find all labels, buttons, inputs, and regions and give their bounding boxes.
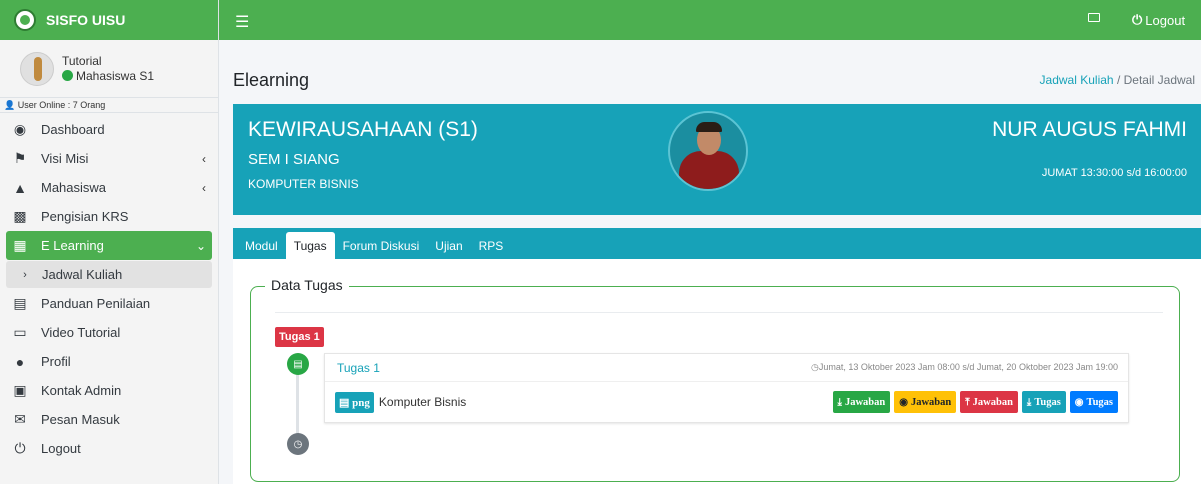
clock-icon: ◷ [287, 433, 309, 455]
action-buttons: ⤓ Jawaban ◉ Jawaban ⤒ Jawaban ⤓ Tugas ◉ Tugas [832, 391, 1118, 413]
tugas-title[interactable]: Tugas 1 [337, 361, 380, 375]
clock-icon: ◷ [810, 362, 819, 372]
sidebar-item-logout[interactable]: ⏻ Logout [0, 434, 218, 463]
sidebar-item-profil[interactable]: ● Profil [0, 347, 218, 376]
user-panel: Tutorial Mahasiswa S1 [0, 40, 218, 98]
brand[interactable]: SISFO UISU [0, 0, 218, 40]
user-name: Tutorial [62, 53, 102, 68]
tab-tugas[interactable]: Tugas [285, 232, 335, 259]
sidebar-item-kontak-admin[interactable]: ▣ Kontak Admin [0, 376, 218, 405]
course-class: SEM I SIANG [248, 151, 340, 168]
book-icon: ▤ [13, 295, 27, 311]
tab-ujian[interactable]: Ujian [427, 232, 470, 259]
tab-modul[interactable]: Modul [237, 232, 286, 259]
download-jawaban-button[interactable]: ⤓ Jawaban [832, 391, 891, 413]
online-status-icon [62, 69, 73, 81]
timeline-item: Tugas 1 ◷Jumat, 13 Oktober 2023 Jam 08:0… [324, 353, 1129, 423]
tugas-time: Jumat, 13 Oktober 2023 Jam 08:00 s/d Jum… [818, 362, 1118, 372]
breadcrumb-jadwal-kuliah[interactable]: Jadwal Kuliah [1040, 73, 1114, 87]
lecturer-name: NUR AUGUS FAHMI [992, 118, 1187, 141]
sidebar-nav: ◉ Dashboard ⚑ Visi Misi ‹ ▲ Mahasiswa ‹ ▩ Peng… [0, 115, 218, 463]
chevron-left-icon: ‹ [202, 180, 206, 195]
user-icon: 👤 [4, 100, 16, 110]
sidebar-item-mahasiswa[interactable]: ▲ Mahasiswa ‹ [0, 173, 218, 202]
user-role: Mahasiswa S1 [76, 68, 155, 83]
topbar: ☰ ⏻ Logout [219, 0, 1201, 40]
main-content: Elearning Jadwal Kuliah / Detail Jadwal … [219, 40, 1201, 484]
lecturer-photo [668, 111, 748, 191]
download-icon: ⤓ [837, 396, 842, 408]
contact-icon: ▣ [13, 382, 27, 398]
course-prodi: KOMPUTER BISNIS [248, 177, 359, 191]
view-jawaban-button[interactable]: ◉ Jawaban [894, 391, 957, 413]
chevron-down-icon: ⌄ [195, 238, 206, 253]
upload-jawaban-button[interactable]: ⤒ Jawaban [960, 391, 1018, 413]
breadcrumb-current: Detail Jadwal [1123, 73, 1195, 87]
eye-icon: ◉ [1074, 396, 1084, 408]
sidebar-item-panduan-penilaian[interactable]: ▤ Panduan Penilaian [0, 289, 218, 318]
tab-rps[interactable]: RPS [471, 232, 512, 259]
calendar-icon: ▦ [13, 237, 27, 253]
tab-forum-diskusi[interactable]: Forum Diskusi [335, 232, 428, 259]
chevron-right-icon: › [23, 268, 27, 281]
users-online: 👤 User Online : 7 Orang [0, 98, 218, 113]
page-title: Elearning [233, 70, 310, 90]
sidebar-item-video-tutorial[interactable]: ▭ Video Tutorial [0, 318, 218, 347]
dashboard-icon: ◉ [13, 121, 27, 137]
logout-button[interactable]: ⏻ Logout [1132, 12, 1185, 28]
envelope-icon[interactable] [1088, 13, 1100, 22]
download-icon: ⤓ [1026, 396, 1032, 408]
file-icon: ▤ [339, 396, 350, 409]
sidebar-item-visi-misi[interactable]: ⚑ Visi Misi ‹ [0, 144, 218, 173]
monitor-icon: ▭ [13, 324, 27, 340]
tugas-label: Tugas 1 [275, 327, 324, 347]
download-tugas-button[interactable]: ⤓ Tugas [1021, 391, 1066, 413]
sidebar-item-dashboard[interactable]: ◉ Dashboard [0, 115, 218, 144]
brand-name: SISFO UISU [46, 12, 126, 28]
word-file-icon: ▩ [13, 208, 27, 224]
sidebar-item-pesan-masuk[interactable]: ✉ Pesan Masuk [0, 405, 218, 434]
fieldset-legend: Data Tugas [265, 277, 349, 293]
breadcrumb: Jadwal Kuliah / Detail Jadwal [1039, 73, 1195, 87]
course-name: KEWIRAUSAHAAN (S1) [248, 118, 478, 141]
sidebar-item-e-learning[interactable]: ▦ E Learning ⌄ [6, 231, 212, 260]
course-schedule: JUMAT 13:30:00 s/d 16:00:00 [1041, 167, 1187, 179]
sidebar-item-pengisian-krs[interactable]: ▩ Pengisian KRS [0, 202, 218, 231]
uisu-logo-icon [14, 9, 36, 31]
avatar[interactable] [20, 51, 54, 86]
sidebar-item-jadwal-kuliah[interactable]: › Jadwal Kuliah [6, 261, 212, 288]
file-link[interactable]: ▤ png Komputer Bisnis [335, 391, 467, 413]
course-tabs: Modul Tugas Forum Diskusi Ujian RPS [233, 228, 1201, 259]
sidebar: SISFO UISU Tutorial Mahasiswa S1 👤 User … [0, 0, 219, 484]
book-icon: ▤ [287, 353, 309, 375]
power-icon: ⏻ [14, 440, 26, 456]
envelope-icon: ✉ [14, 411, 26, 427]
flag-icon: ⚑ [13, 150, 27, 166]
view-tugas-button[interactable]: ◉ Tugas [1069, 391, 1118, 413]
eye-icon: ◉ [899, 396, 908, 408]
file-name: Komputer Bisnis [378, 395, 467, 409]
data-tugas-fieldset: Data Tugas Tugas 1 ▤ Tugas 1 ◷Jumat, 13 … [250, 277, 1180, 482]
file-type-badge: ▤ png [335, 391, 374, 413]
graduation-cap-icon: ▲ [13, 179, 27, 196]
upload-icon: ⤒ [965, 396, 970, 408]
power-icon: ⏻ [1132, 12, 1143, 27]
tugas-panel: Data Tugas Tugas 1 ▤ Tugas 1 ◷Jumat, 13 … [233, 259, 1201, 484]
course-banner: KEWIRAUSAHAAN (S1) SEM I SIANG KOMPUTER … [233, 104, 1201, 215]
hamburger-menu-icon[interactable]: ☰ [235, 12, 249, 32]
user-icon: ● [15, 353, 25, 370]
chevron-left-icon: ‹ [202, 151, 206, 166]
